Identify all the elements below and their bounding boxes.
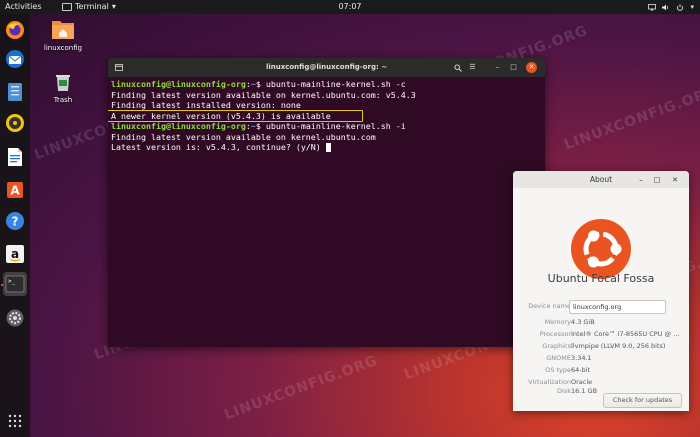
minimize-icon[interactable]: – xyxy=(492,62,503,73)
check-for-updates-button[interactable]: Check for updates xyxy=(603,393,682,408)
new-tab-icon[interactable] xyxy=(113,62,124,73)
volume-icon xyxy=(662,4,669,10)
info-row-processor: Processor Intel® Core™ i7-8565U CPU @ … xyxy=(539,330,680,338)
ubuntu-logo xyxy=(571,219,631,279)
software-center-icon[interactable]: A xyxy=(3,177,27,201)
terminal-cursor xyxy=(325,143,331,152)
power-icon xyxy=(677,3,684,11)
running-indicator xyxy=(1,284,3,286)
about-title: About xyxy=(589,175,613,184)
info-row-os-type: OS type 64-bit xyxy=(545,366,591,374)
dock: A ? a >_ xyxy=(0,14,30,437)
clock[interactable]: 07:07 xyxy=(0,0,700,14)
terminal-line: Latest version is: v5.4.3, continue? (y/… xyxy=(111,142,542,153)
maximize-icon[interactable]: □ xyxy=(652,175,662,185)
info-row-memory: Memory 4.3 GiB xyxy=(544,318,595,326)
trash-icon xyxy=(56,75,70,91)
watermark: LINUXCONFIG.ORG xyxy=(222,352,381,424)
terminal-title: linuxconfig@linuxconfig-org: ~ xyxy=(265,63,388,71)
terminal-icon[interactable]: >_ xyxy=(3,272,27,296)
desktop-icon-label: Trash xyxy=(53,96,73,104)
watermark: LINUXCONFIG.ORG xyxy=(562,82,700,154)
minimize-icon[interactable]: – xyxy=(636,175,646,185)
about-titlebar[interactable]: About – □ ✕ xyxy=(513,171,689,188)
desktop-icon-trash[interactable]: Trash xyxy=(38,72,88,104)
svg-text:?: ? xyxy=(12,215,19,229)
libreoffice-writer-icon[interactable] xyxy=(3,145,27,169)
terminal-line: Finding latest version available on kern… xyxy=(111,131,376,142)
terminal-line-highlighted: A newer kernel version (v5.4.3) is avail… xyxy=(108,109,542,122)
rhythmbox-icon[interactable] xyxy=(3,111,27,135)
terminal-line: linuxconfig@linuxconfig-org:~$ ubuntu-ma… xyxy=(111,121,406,131)
svg-text:a: a xyxy=(11,247,19,261)
highlight-box xyxy=(108,109,363,122)
terminal-output[interactable]: linuxconfig@linuxconfig-org:~$ ubuntu-ma… xyxy=(108,77,545,155)
show-applications-icon[interactable] xyxy=(3,409,27,433)
svg-text:A: A xyxy=(10,184,20,198)
svg-text:>_: >_ xyxy=(8,278,16,285)
distro-name: Ubuntu Focal Fossa xyxy=(547,272,655,285)
folder-icon xyxy=(52,21,74,39)
network-icon xyxy=(648,3,657,10)
desktop-icon-home[interactable]: linuxconfig xyxy=(38,18,88,52)
firefox-icon[interactable] xyxy=(3,18,27,42)
chevron-down-icon: ▾ xyxy=(690,3,694,11)
maximize-icon[interactable]: □ xyxy=(508,62,519,73)
terminal-line: Finding latest version available on kern… xyxy=(111,89,416,100)
amazon-icon[interactable]: a xyxy=(3,242,27,266)
thunderbird-icon[interactable] xyxy=(3,47,27,71)
terminal-window[interactable]: linuxconfig@linuxconfig-org: ~ ☰ – □ ✕ l… xyxy=(108,58,545,347)
device-name-field[interactable]: linuxconfig.org xyxy=(569,300,666,314)
desktop-icon-label: linuxconfig xyxy=(43,44,83,52)
terminal-line: Finding latest installed version: none xyxy=(111,100,301,110)
info-row-graphics: Graphics llvmpipe (LLVM 9.0, 256 bits) xyxy=(542,342,666,350)
close-icon[interactable]: ✕ xyxy=(670,175,680,185)
files-icon[interactable] xyxy=(3,80,27,104)
about-window[interactable]: About – □ ✕ Ubuntu Focal Fossa Device na… xyxy=(513,171,689,411)
search-icon[interactable] xyxy=(452,62,463,73)
terminal-line: linuxconfig@linuxconfig-org:~$ ubuntu-ma… xyxy=(111,79,406,89)
settings-icon[interactable] xyxy=(3,306,27,330)
terminal-titlebar[interactable]: linuxconfig@linuxconfig-org: ~ ☰ – □ ✕ xyxy=(108,58,545,77)
top-bar: Activities Terminal ▾ 07:07 ▾ xyxy=(0,0,700,14)
hamburger-menu-icon[interactable]: ☰ xyxy=(467,62,478,73)
info-row-gnome: GNOME 3.34.1 xyxy=(546,354,592,362)
system-tray[interactable]: ▾ xyxy=(648,0,694,14)
help-icon[interactable]: ? xyxy=(3,209,27,233)
close-icon[interactable]: ✕ xyxy=(526,62,537,73)
